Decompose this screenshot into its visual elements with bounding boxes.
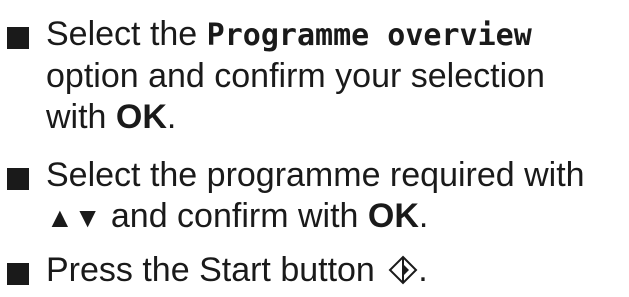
start-button-icon: [388, 255, 418, 285]
step-3-prefix: Press the Start button: [46, 251, 385, 289]
step-2-period: .: [418, 197, 429, 235]
step-1-with: with: [46, 98, 116, 136]
step-2-text: Select the programme required with ▲▼ an…: [46, 155, 625, 238]
bullet-square-icon: [7, 263, 29, 285]
bullet-square-icon: [7, 27, 29, 49]
ok-key-label: OK: [367, 197, 419, 235]
step-2-middle: and confirm with: [101, 197, 368, 235]
step-1-line-3: with OK.: [46, 97, 625, 138]
step-2-line-1: Select the programme required with: [46, 156, 585, 194]
bullet-square-icon: [7, 168, 29, 190]
step-3-text: Press the Start button .: [46, 250, 625, 291]
step-1-text: Select the Programme overview option and…: [46, 14, 625, 138]
step-1-line-1: Select the Programme overview: [46, 14, 625, 56]
up-down-arrows-icon: ▲▼: [46, 202, 102, 233]
step-2-line-2: ▲▼ and confirm with OK.: [46, 196, 625, 238]
step-1-prefix: Select the: [46, 15, 207, 53]
step-1-period: .: [166, 98, 177, 136]
step-1-line-2: option and confirm your selection: [46, 57, 545, 95]
display-term: Programme overview: [206, 18, 532, 53]
step-3-period: .: [418, 251, 428, 289]
ok-key-label: OK: [115, 98, 167, 136]
